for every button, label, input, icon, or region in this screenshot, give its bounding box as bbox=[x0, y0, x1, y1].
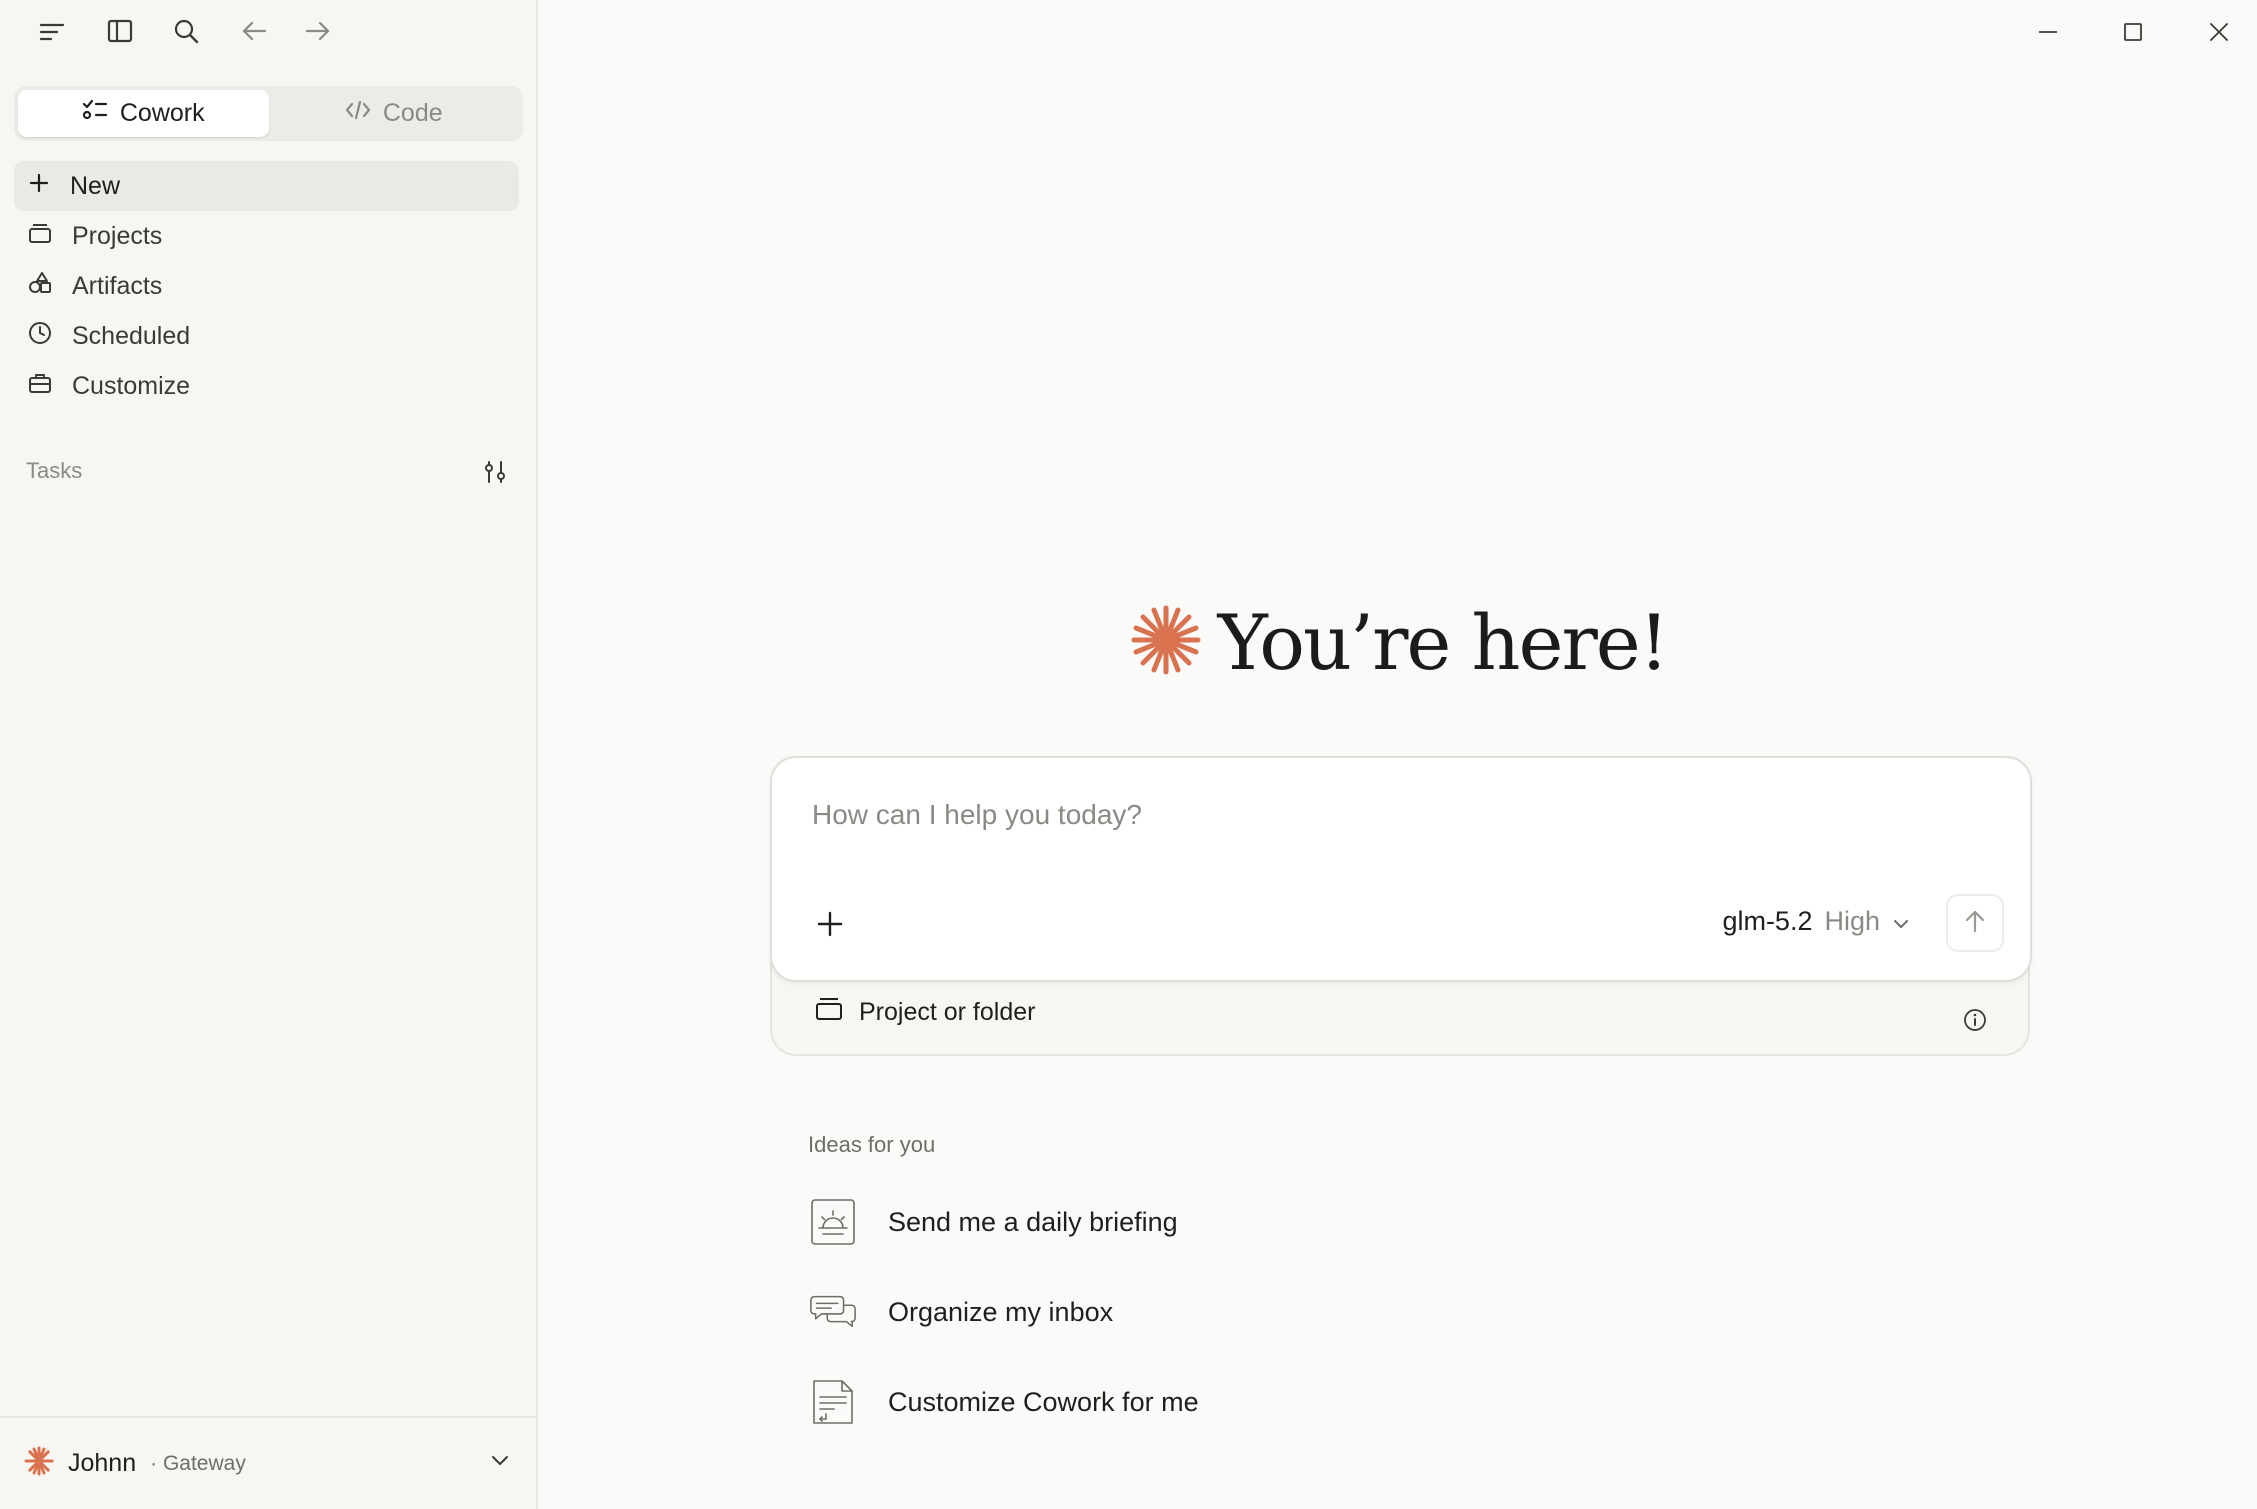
close-icon[interactable] bbox=[2199, 12, 2239, 52]
user-org: · Gateway bbox=[150, 1451, 246, 1475]
hero: You’re here! bbox=[540, 598, 2257, 687]
sidebar: Cowork Code New Projects Artifacts Sched… bbox=[0, 0, 538, 1509]
sidebar-item-artifacts[interactable]: Artifacts bbox=[14, 261, 519, 311]
filter-icon[interactable] bbox=[478, 455, 512, 489]
tab-code-label: Code bbox=[382, 99, 443, 127]
search-icon[interactable] bbox=[168, 13, 204, 49]
ideas-heading: Ideas for you bbox=[808, 1132, 936, 1157]
tab-cowork-label: Cowork bbox=[119, 99, 205, 127]
folder-icon bbox=[815, 996, 843, 1029]
page-title: You’re here! bbox=[1217, 598, 1670, 687]
shapes-icon bbox=[28, 271, 52, 302]
plus-icon bbox=[28, 172, 50, 201]
code-icon bbox=[345, 99, 371, 128]
sidebar-item-projects[interactable]: Projects bbox=[14, 211, 519, 261]
sidebar-item-label: Customize bbox=[72, 371, 191, 400]
user-menu[interactable]: Johnn · Gateway bbox=[0, 1416, 538, 1509]
forward-arrow-icon[interactable] bbox=[300, 13, 336, 49]
inbox-icon bbox=[808, 1287, 858, 1337]
main-area: You’re here! Project or folder glm-5.2 H… bbox=[540, 0, 2257, 1509]
sidebar-item-label: Artifacts bbox=[72, 271, 163, 300]
project-selector-label: Project or folder bbox=[859, 998, 1036, 1026]
sidebar-item-customize[interactable]: Customize bbox=[14, 361, 519, 411]
briefcase-icon bbox=[28, 372, 52, 401]
model-selector[interactable]: glm-5.2 High bbox=[1722, 906, 1910, 937]
asterisk-logo-icon bbox=[1130, 604, 1202, 681]
sunrise-icon bbox=[808, 1197, 858, 1247]
idea-label: Organize my inbox bbox=[888, 1296, 1114, 1327]
sidebar-item-new[interactable]: New bbox=[14, 161, 519, 211]
minimize-icon[interactable] bbox=[2028, 12, 2068, 52]
prompt-input[interactable] bbox=[810, 798, 1814, 832]
info-icon[interactable] bbox=[1958, 1003, 1992, 1037]
chevron-down-icon bbox=[1892, 906, 1910, 937]
back-arrow-icon[interactable] bbox=[236, 13, 272, 49]
mode-switcher: Cowork Code bbox=[14, 86, 523, 141]
idea-label: Send me a daily briefing bbox=[888, 1206, 1178, 1237]
effort-level: High bbox=[1824, 906, 1880, 936]
tasks-heading: Tasks bbox=[26, 458, 83, 483]
asterisk-logo-icon bbox=[24, 1446, 54, 1481]
tab-cowork[interactable]: Cowork bbox=[18, 90, 269, 137]
checklist-icon bbox=[82, 99, 108, 128]
chevron-down-icon bbox=[490, 1454, 510, 1473]
send-button[interactable] bbox=[1946, 894, 2004, 952]
maximize-icon[interactable] bbox=[2113, 12, 2153, 52]
sidebar-item-label: Scheduled bbox=[72, 321, 191, 350]
idea-daily-briefing[interactable]: Send me a daily briefing bbox=[808, 1197, 1178, 1247]
folder-icon bbox=[28, 222, 52, 251]
clock-icon bbox=[28, 321, 52, 352]
arrow-up-icon bbox=[1963, 908, 1987, 939]
idea-customize-cowork[interactable]: Customize Cowork for me bbox=[808, 1377, 1199, 1427]
sidebar-item-label: Projects bbox=[72, 221, 163, 250]
sidebar-toggle-icon[interactable] bbox=[102, 13, 138, 49]
sidebar-item-scheduled[interactable]: Scheduled bbox=[14, 311, 519, 361]
tab-code[interactable]: Code bbox=[269, 90, 520, 137]
user-name: Johnn bbox=[68, 1449, 137, 1477]
sidebar-item-label: New bbox=[70, 171, 121, 200]
idea-label: Customize Cowork for me bbox=[888, 1386, 1199, 1417]
composer: glm-5.2 High bbox=[770, 756, 2032, 982]
idea-organize-inbox[interactable]: Organize my inbox bbox=[808, 1287, 1113, 1337]
menu-icon[interactable] bbox=[34, 14, 70, 50]
document-icon bbox=[808, 1377, 858, 1427]
attach-plus-icon[interactable] bbox=[810, 904, 850, 944]
model-name: glm-5.2 bbox=[1722, 906, 1813, 936]
project-selector[interactable]: Project or folder bbox=[815, 996, 1035, 1029]
